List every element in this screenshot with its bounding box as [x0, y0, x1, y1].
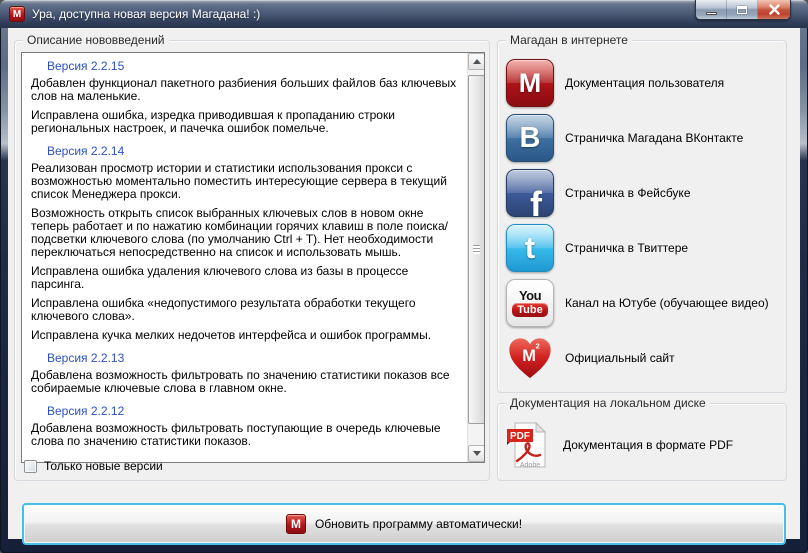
twitter-icon: t [506, 224, 554, 272]
changelog-paragraph: Возможность открыть список выбранных клю… [31, 206, 448, 259]
update-dialog-window: M Ура, доступна новая версия Магадана! :… [0, 0, 808, 553]
link-vkontakte-page[interactable]: В Страничка Магадана ВКонтакте [506, 114, 780, 162]
link-label: Документация пользователя [565, 76, 725, 90]
client-area: Описание нововведений Версия 2.2.15 Добав… [8, 28, 800, 545]
changelog-body: Версия 2.2.15 Добавлен функционал пакетно… [22, 53, 467, 462]
titlebar[interactable]: M Ура, доступна новая версия Магадана! :… [0, 0, 808, 28]
changelog-paragraph: Добавлена возможность фильтровать поступ… [31, 421, 441, 448]
changelog-version-heading: Версия 2.2.15 [47, 59, 125, 73]
link-twitter-page[interactable]: t Страничка в Твиттере [506, 224, 780, 272]
link-official-site[interactable]: M 2 Официальный сайт [506, 334, 780, 382]
scroll-down-button[interactable] [468, 445, 484, 462]
changelog-paragraph: Реализован просмотр истории и статистики… [31, 161, 447, 201]
changelog-scrollbar[interactable] [467, 53, 484, 462]
internet-group-title: Магадан в интернете [506, 33, 632, 48]
changelog-version-heading: Версия 2.2.14 [47, 144, 125, 158]
internet-links: M Документация пользователя В Страничка … [506, 59, 780, 389]
arrow-up-icon [472, 59, 481, 64]
scroll-up-button[interactable] [468, 53, 484, 70]
magadan-icon: M [506, 59, 554, 107]
changelog-viewport[interactable]: Версия 2.2.15 Добавлен функционал пакетно… [21, 52, 485, 463]
svg-text:M: M [522, 347, 536, 365]
link-label: Официальный сайт [565, 351, 675, 365]
maximize-button[interactable] [727, 0, 758, 19]
close-button[interactable] [758, 0, 790, 19]
arrow-down-icon [472, 451, 481, 456]
link-label: Страничка в Фейсбуке [565, 186, 691, 200]
changelog-version-heading: Версия 2.2.13 [47, 351, 125, 365]
app-icon: M [9, 6, 25, 22]
local-docs-group-title: Документация на локальном диске [506, 396, 710, 411]
link-user-documentation[interactable]: M Документация пользователя [506, 59, 780, 107]
heart-icon: M 2 [506, 334, 554, 382]
link-pdf-documentation[interactable]: PDF Adobe Документация в формате PDF [506, 420, 780, 470]
link-facebook-page[interactable]: f Страничка в Фейсбуке [506, 169, 780, 217]
magadan-mini-icon: M [285, 514, 306, 534]
window-title: Ура, доступна новая версия Магадана! :) [32, 7, 261, 21]
maximize-icon [737, 5, 747, 14]
internet-groupbox: Магадан в интернете M Документация польз… [497, 33, 787, 393]
changelog-paragraph: Исправлена ошибка «недопустимого результ… [31, 296, 416, 323]
changelog-groupbox: Описание нововведений Версия 2.2.15 Добав… [14, 33, 490, 481]
close-icon [768, 4, 780, 15]
link-youtube-channel[interactable]: You Tube Канал на Ютубе (обучающее видео… [506, 279, 780, 327]
changelog-paragraph: Исправлена ошибка удаления ключевого сло… [31, 264, 409, 291]
only-new-versions-row: Только новые версии [24, 459, 163, 473]
link-label: Канал на Ютубе (обучающее видео) [565, 296, 769, 310]
scrollbar-grip-icon [473, 244, 480, 254]
update-automatically-button[interactable]: M Обновить программу автоматически! [22, 503, 786, 545]
changelog-group-title: Описание нововведений [23, 33, 169, 48]
only-new-versions-checkbox[interactable] [24, 459, 37, 473]
changelog-paragraph: Добавлен функционал пакетного разбиения … [31, 76, 457, 103]
svg-text:PDF: PDF [510, 431, 530, 442]
minimize-icon [705, 12, 717, 15]
changelog-paragraph: Исправлена ошибка, изредка приводившая к… [31, 108, 395, 135]
scrollbar-thumb[interactable] [468, 75, 484, 424]
minimize-button[interactable] [696, 0, 727, 19]
app-icon-letter: M [12, 8, 22, 20]
changelog-version-heading: Версия 2.2.12 [47, 404, 125, 418]
changelog-paragraph: Исправлена кучка мелких недочетов интерф… [31, 328, 432, 342]
update-button-label: Обновить программу автоматически! [314, 517, 523, 531]
facebook-icon: f [506, 169, 554, 217]
local-docs-groupbox: Документация на локальном диске PDF Adob… [497, 396, 787, 481]
link-label: Страничка в Твиттере [565, 241, 689, 255]
link-label: Документация в формате PDF [563, 438, 734, 452]
link-label: Страничка Магадана ВКонтакте [565, 131, 744, 145]
svg-text:Adobe: Adobe [520, 462, 540, 469]
pdf-icon: PDF Adobe [506, 421, 550, 469]
window-controls [695, 0, 791, 20]
youtube-icon: You Tube [506, 279, 554, 327]
vk-icon: В [506, 114, 554, 162]
only-new-versions-label: Только новые версии [44, 459, 163, 473]
changelog-paragraph: Добавлена возможность фильтровать по зна… [31, 368, 450, 395]
svg-text:2: 2 [536, 341, 540, 350]
